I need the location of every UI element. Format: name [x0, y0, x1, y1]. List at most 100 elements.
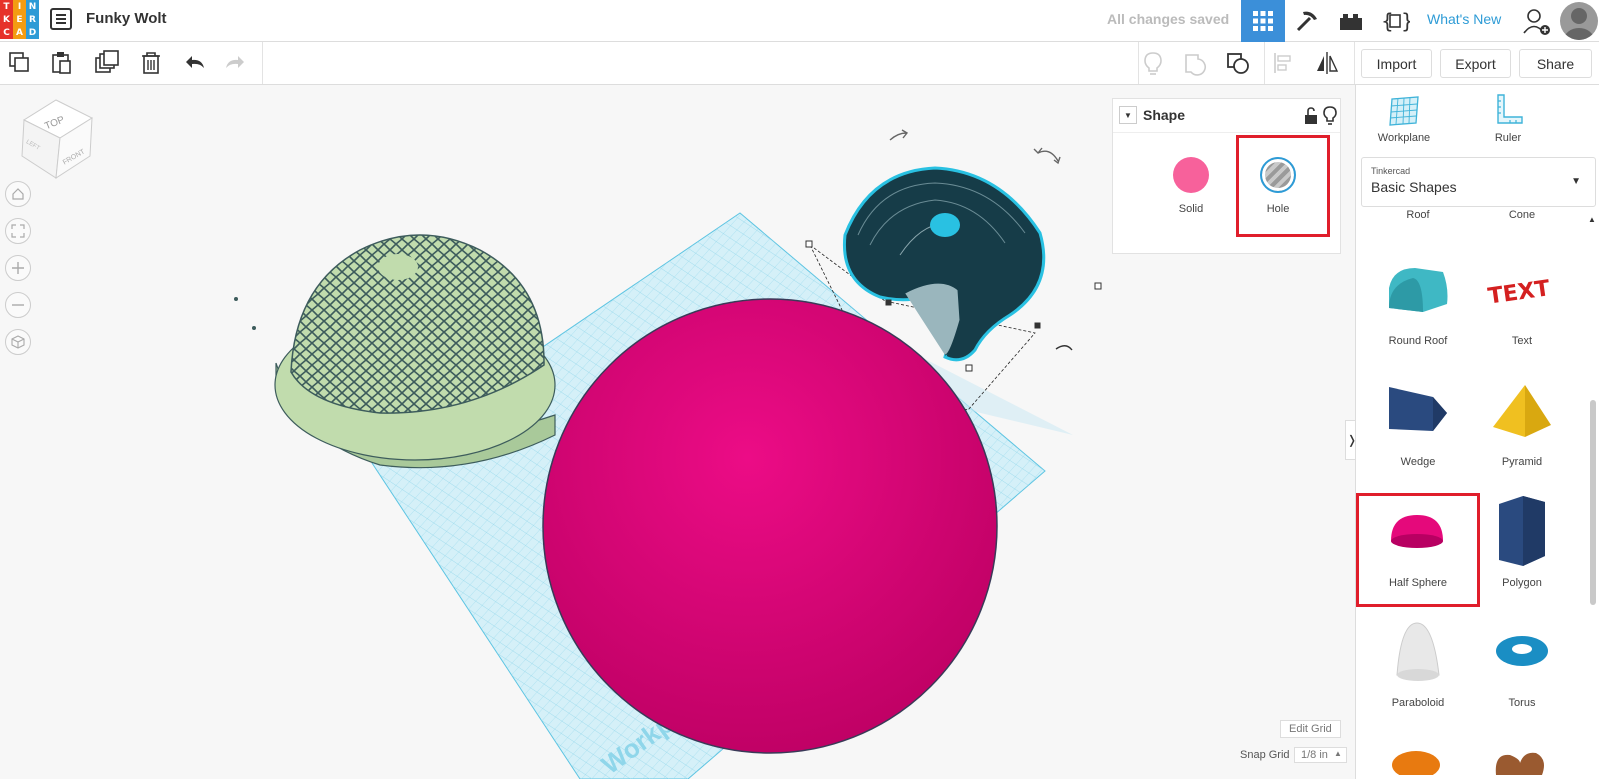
redo-button[interactable]: [220, 48, 250, 78]
codeblocks-view-button[interactable]: {}: [1373, 0, 1417, 42]
logo-letter: D: [26, 26, 39, 39]
inspector-title: Shape: [1143, 107, 1186, 123]
logo-letter: R: [26, 13, 39, 26]
shape-item-paraboloid[interactable]: Paraboloid: [1366, 607, 1470, 709]
solid-option[interactable]: Solid: [1151, 139, 1231, 215]
duplicate-button[interactable]: [92, 48, 122, 78]
solid-label: Solid: [1178, 203, 1204, 215]
shape-item-text[interactable]: TEXT Text: [1470, 245, 1574, 347]
lightbulb-icon: [1144, 52, 1162, 75]
workplane-tool[interactable]: Workplane: [1364, 93, 1444, 144]
unlock-icon[interactable]: [1303, 107, 1319, 125]
grid-view-icon: [1253, 11, 1273, 31]
notes-button[interactable]: [1138, 48, 1168, 78]
edit-grid-button[interactable]: Edit Grid: [1280, 720, 1341, 738]
hole-highlight-box: [1236, 135, 1330, 237]
ruler-tool[interactable]: Ruler: [1468, 93, 1548, 144]
pink-sphere-shape[interactable]: [542, 298, 998, 754]
shape-item-wedge[interactable]: Wedge: [1366, 366, 1470, 468]
solid-swatch: [1173, 157, 1209, 193]
save-status: All changes saved: [1107, 11, 1230, 27]
3d-view-button[interactable]: [1241, 0, 1285, 42]
whats-new-link[interactable]: What's New: [1427, 11, 1501, 27]
logo-letter: C: [0, 26, 13, 39]
workplane-tool-label: Workplane: [1377, 132, 1431, 144]
logo-letter: E: [13, 13, 26, 26]
shape-label: Polygon: [1502, 577, 1542, 589]
snap-grid-select[interactable]: 1/8 in ▲: [1294, 747, 1347, 763]
sidebar-scrollbar[interactable]: [1590, 400, 1596, 605]
undo-button[interactable]: [180, 48, 210, 78]
pickaxe-icon: [1296, 11, 1317, 32]
shape-label: Paraboloid: [1391, 697, 1445, 709]
user-avatar[interactable]: [1560, 2, 1598, 40]
code-blocks-icon: {}: [1381, 9, 1410, 33]
library-provider: Tinkercad: [1371, 166, 1411, 176]
align-icon: [1274, 53, 1291, 73]
chevron-down-icon: ▼: [1571, 176, 1581, 187]
svg-text:}: }: [1401, 9, 1410, 33]
mirror-button[interactable]: [1312, 48, 1342, 78]
design-list-icon[interactable]: [50, 8, 72, 30]
pyramid-icon: [1493, 385, 1551, 437]
logo-letter: T: [0, 0, 13, 13]
copy-button[interactable]: [5, 48, 35, 78]
shape-item-round-roof[interactable]: Round Roof: [1366, 245, 1470, 347]
tube-shape-icon[interactable]: [1386, 745, 1446, 775]
tinkercad-logo[interactable]: TINKERCAD: [0, 0, 39, 39]
ungroup-icon: [1227, 53, 1249, 74]
brick-icon: [1340, 14, 1362, 30]
group-button[interactable]: [1180, 48, 1210, 78]
import-button[interactable]: Import: [1361, 49, 1432, 78]
shapes-sidebar: Workplane Ruler Tinkercad Basic Shapes ▼…: [1355, 85, 1599, 779]
group-icon: [1185, 54, 1206, 76]
shape-item-polygon[interactable]: Polygon: [1470, 487, 1574, 589]
rotate-handle-icon[interactable]: [889, 129, 909, 141]
mirror-icon: [1317, 52, 1339, 74]
shape-library-select[interactable]: Tinkercad Basic Shapes ▼: [1361, 157, 1596, 207]
shape-item-pyramid[interactable]: Pyramid: [1470, 366, 1574, 468]
collapse-inspector-button[interactable]: ▼: [1119, 106, 1137, 124]
partial-shape-label: Cone: [1508, 209, 1536, 221]
shape-label: Torus: [1508, 697, 1536, 709]
bricks-view-button[interactable]: [1329, 0, 1373, 42]
partial-shape-label: Roof: [1406, 209, 1430, 221]
design-title[interactable]: Funky Wolt: [86, 10, 167, 27]
duplicate-icon: [95, 50, 119, 73]
add-user-icon[interactable]: [1523, 8, 1551, 36]
round-roof-icon: [1389, 268, 1448, 312]
lightbulb-icon[interactable]: [1323, 106, 1337, 126]
paste-icon: [52, 52, 71, 74]
snap-grid-value: 1/8 in: [1301, 749, 1328, 761]
rotate-handle-icon-2[interactable]: [1033, 147, 1061, 165]
shape-item-torus[interactable]: Torus: [1470, 607, 1574, 709]
text-shape-icon: TEXT: [1487, 276, 1552, 309]
logo-letter: K: [0, 13, 13, 26]
paste-button[interactable]: [47, 48, 77, 78]
scroll-up-icon[interactable]: ▲: [1588, 215, 1596, 224]
half-sphere-highlight-box: [1356, 493, 1480, 607]
blocks-view-button[interactable]: [1285, 0, 1329, 42]
heart-shape-icon[interactable]: [1490, 745, 1550, 775]
redo-icon: [226, 56, 244, 68]
shape-label: Pyramid: [1501, 456, 1543, 468]
svg-text:{: {: [1381, 9, 1394, 33]
shape-label: Text: [1511, 335, 1533, 347]
mesh-dome-shape[interactable]: [274, 234, 556, 469]
workplane-icon: [1389, 96, 1419, 126]
logo-letter: A: [13, 26, 26, 39]
paraboloid-icon: [1396, 622, 1440, 681]
torus-icon: [1496, 636, 1548, 666]
shape-label: Wedge: [1400, 456, 1436, 468]
top-bar: TINKERCAD Funky Wolt All changes saved {…: [0, 0, 1599, 42]
undo-icon: [186, 56, 204, 68]
align-button[interactable]: [1268, 48, 1298, 78]
ungroup-button[interactable]: [1223, 48, 1253, 78]
delete-button[interactable]: [136, 48, 166, 78]
logo-letter: N: [26, 0, 39, 13]
export-button[interactable]: Export: [1440, 49, 1511, 78]
wedge-icon: [1389, 387, 1447, 431]
share-button[interactable]: Share: [1519, 49, 1592, 78]
polygon-icon: [1499, 496, 1545, 566]
library-name: Basic Shapes: [1371, 179, 1457, 195]
